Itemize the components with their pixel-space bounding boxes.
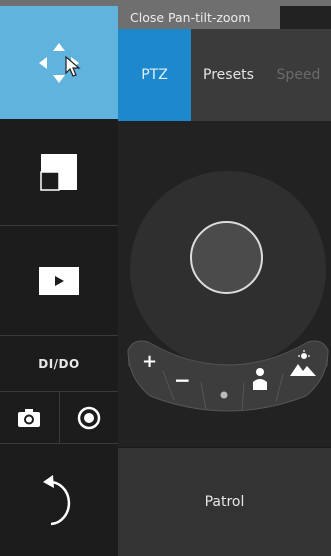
zoom-in-label[interactable]: +: [142, 351, 157, 372]
tooltip: Close Pan-tilt-zoom: [118, 6, 280, 29]
tab-speed[interactable]: Speed: [266, 29, 331, 121]
ptz-control-area: + −: [118, 121, 331, 447]
dido-label: DI/DO: [38, 356, 80, 371]
aspect-ratio-button[interactable]: [0, 119, 118, 226]
aspect-ratio-icon: [40, 154, 77, 191]
joystick-knob[interactable]: [190, 221, 263, 294]
snapshot-button[interactable]: [0, 392, 60, 443]
mouse-cursor-icon: [65, 56, 81, 77]
undo-arrow-icon: [43, 475, 71, 526]
record-button[interactable]: [60, 392, 119, 443]
zoom-out-label[interactable]: −: [174, 368, 191, 392]
play-icon: [39, 266, 79, 295]
left-toolbar: DI/DO: [0, 6, 118, 556]
dido-button[interactable]: DI/DO: [0, 336, 118, 392]
zoom-bar: + −: [127, 340, 329, 412]
play-button[interactable]: [0, 226, 118, 336]
record-icon: [77, 406, 100, 429]
tab-ptz[interactable]: PTZ: [118, 29, 191, 121]
camera-icon: [18, 408, 41, 427]
ptz-tabs: PTZ Presets Speed: [118, 29, 331, 121]
ptz-toggle-button[interactable]: [0, 6, 118, 119]
snapshot-record-row: [0, 392, 118, 444]
dot-icon[interactable]: [220, 391, 228, 399]
back-button[interactable]: [0, 444, 118, 556]
tab-presets[interactable]: Presets: [191, 29, 266, 121]
patrol-button[interactable]: Patrol: [118, 447, 331, 556]
patrol-label: Patrol: [204, 494, 245, 510]
